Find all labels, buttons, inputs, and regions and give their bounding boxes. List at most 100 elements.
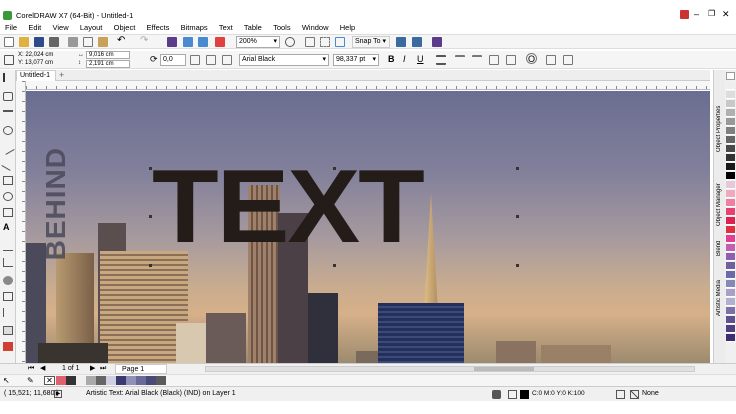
palette-swatch[interactable] bbox=[726, 127, 735, 135]
parallel-dimension-tool-icon[interactable] bbox=[3, 242, 13, 251]
redo-icon[interactable]: ↷ bbox=[140, 35, 148, 46]
text-tool-icon[interactable]: A bbox=[3, 222, 13, 232]
document-swatch[interactable] bbox=[136, 376, 146, 385]
open-folder-icon[interactable] bbox=[19, 37, 29, 47]
menu-tools[interactable]: Tools bbox=[273, 22, 291, 34]
palette-swatch[interactable] bbox=[726, 289, 735, 297]
import-icon[interactable] bbox=[183, 37, 193, 47]
export-icon[interactable] bbox=[198, 37, 208, 47]
palette-swatch[interactable] bbox=[726, 334, 735, 342]
document-swatch[interactable] bbox=[56, 376, 66, 385]
palette-swatch[interactable] bbox=[726, 154, 735, 162]
palette-swatch[interactable] bbox=[726, 208, 735, 216]
palette-swatch[interactable] bbox=[726, 91, 735, 99]
palette-swatch[interactable] bbox=[726, 280, 735, 288]
document-swatch[interactable] bbox=[116, 376, 126, 385]
transparency-tool-icon[interactable] bbox=[3, 292, 13, 301]
mirror-horizontal-icon[interactable] bbox=[190, 55, 200, 65]
menu-bitmaps[interactable]: Bitmaps bbox=[181, 22, 208, 34]
menu-view[interactable]: View bbox=[53, 22, 69, 34]
document-swatch[interactable] bbox=[86, 376, 96, 385]
application-launcher-icon[interactable] bbox=[412, 37, 422, 47]
height-field[interactable]: 2,191 cm bbox=[86, 60, 130, 68]
menu-window[interactable]: Window bbox=[302, 22, 329, 34]
fill-color-swatch[interactable] bbox=[520, 390, 529, 399]
welcome-screen-icon[interactable] bbox=[432, 37, 442, 47]
docker-tab-blend[interactable]: Blend bbox=[716, 232, 722, 256]
outline-pen-icon[interactable] bbox=[616, 390, 625, 399]
palette-swatch[interactable] bbox=[726, 118, 735, 126]
snap-to-button[interactable]: Snap To ▾ bbox=[352, 36, 390, 48]
horizontal-text-icon[interactable] bbox=[546, 55, 556, 65]
ellipse-tool-icon[interactable] bbox=[3, 192, 13, 201]
cut-icon[interactable] bbox=[68, 37, 78, 47]
palette-swatch[interactable] bbox=[726, 316, 735, 324]
width-field[interactable]: 9,016 cm bbox=[86, 51, 130, 59]
palette-swatch[interactable] bbox=[726, 190, 735, 198]
document-swatch[interactable] bbox=[156, 376, 166, 385]
palette-swatch[interactable] bbox=[726, 262, 735, 270]
menu-object[interactable]: Object bbox=[114, 22, 136, 34]
connector-tool-icon[interactable] bbox=[3, 258, 13, 267]
font-family-select[interactable]: Arial Black ▾ bbox=[239, 54, 329, 66]
selection-handle[interactable] bbox=[149, 167, 152, 170]
palette-swatch[interactable] bbox=[726, 145, 735, 153]
drop-cap-icon[interactable] bbox=[472, 55, 482, 65]
horizontal-scrollbar[interactable] bbox=[205, 366, 695, 372]
interactive-fill-tool-icon[interactable] bbox=[3, 326, 13, 335]
palette-swatch[interactable] bbox=[726, 199, 735, 207]
font-size-select[interactable]: 98,337 pt ▾ bbox=[333, 54, 379, 66]
italic-icon[interactable]: I bbox=[403, 54, 406, 64]
document-swatch[interactable] bbox=[76, 376, 86, 385]
drawing-canvas[interactable]: BEHIND TEXT bbox=[26, 91, 710, 363]
tab-untitled-1[interactable]: Untitled-1 bbox=[16, 70, 56, 81]
previous-page-icon[interactable]: ◀ bbox=[40, 364, 45, 374]
menu-file[interactable]: File bbox=[5, 22, 17, 34]
print-icon[interactable] bbox=[49, 37, 59, 47]
save-icon[interactable] bbox=[34, 37, 44, 47]
drop-shadow-tool-icon[interactable] bbox=[3, 276, 13, 285]
document-swatch[interactable] bbox=[66, 376, 76, 385]
palette-swatch[interactable] bbox=[726, 235, 735, 243]
color-proof-icon[interactable] bbox=[492, 390, 501, 399]
publish-pdf-icon[interactable] bbox=[215, 37, 225, 47]
copy-icon[interactable] bbox=[83, 37, 93, 47]
undo-icon[interactable]: ↶ bbox=[117, 35, 125, 46]
palette-swatch[interactable] bbox=[726, 163, 735, 171]
palette-swatch[interactable] bbox=[726, 253, 735, 261]
smart-fill-tool-icon[interactable] bbox=[3, 342, 13, 351]
selection-handle[interactable] bbox=[516, 167, 519, 170]
palette-swatch[interactable] bbox=[726, 226, 735, 234]
polygon-tool-icon[interactable] bbox=[3, 208, 13, 217]
underline-icon[interactable]: U bbox=[417, 54, 424, 64]
text-alignment-icon[interactable] bbox=[436, 55, 446, 65]
y-position-field[interactable]: Y: 13,077 cm bbox=[16, 60, 56, 68]
document-swatch[interactable] bbox=[96, 376, 106, 385]
menu-help[interactable]: Help bbox=[340, 22, 355, 34]
rotation-field[interactable]: 0,0 bbox=[160, 54, 186, 66]
menu-edit[interactable]: Edit bbox=[28, 22, 41, 34]
selection-handle[interactable] bbox=[333, 264, 336, 267]
vertical-behind-text[interactable]: BEHIND bbox=[40, 147, 72, 260]
docker-tab-object-manager[interactable]: Object Manager bbox=[716, 166, 722, 226]
zoom-tool-icon[interactable] bbox=[3, 126, 13, 135]
palette-swatch[interactable] bbox=[726, 181, 735, 189]
no-color-swatch[interactable]: ✕ bbox=[44, 376, 55, 385]
no-outline-swatch[interactable] bbox=[630, 390, 639, 399]
object-origin-icon[interactable] bbox=[4, 55, 14, 65]
show-guidelines-icon[interactable] bbox=[335, 37, 345, 47]
show-rulers-icon[interactable] bbox=[305, 37, 315, 47]
fill-tool-icon[interactable] bbox=[508, 390, 517, 399]
palette-swatch[interactable] bbox=[726, 82, 735, 90]
palette-swatch[interactable] bbox=[726, 72, 735, 80]
options-icon[interactable] bbox=[396, 37, 406, 47]
pointer-icon[interactable]: ↖ bbox=[3, 375, 10, 386]
maximize-icon[interactable]: ❐ bbox=[708, 9, 715, 18]
scrollbar-thumb[interactable] bbox=[474, 367, 534, 371]
palette-swatch[interactable] bbox=[726, 109, 735, 117]
document-swatch[interactable] bbox=[146, 376, 156, 385]
horizontal-ruler[interactable] bbox=[26, 81, 710, 90]
document-swatch[interactable] bbox=[106, 376, 116, 385]
x-position-field[interactable]: X: 22,024 cm bbox=[16, 52, 56, 60]
menu-layout[interactable]: Layout bbox=[80, 22, 103, 34]
